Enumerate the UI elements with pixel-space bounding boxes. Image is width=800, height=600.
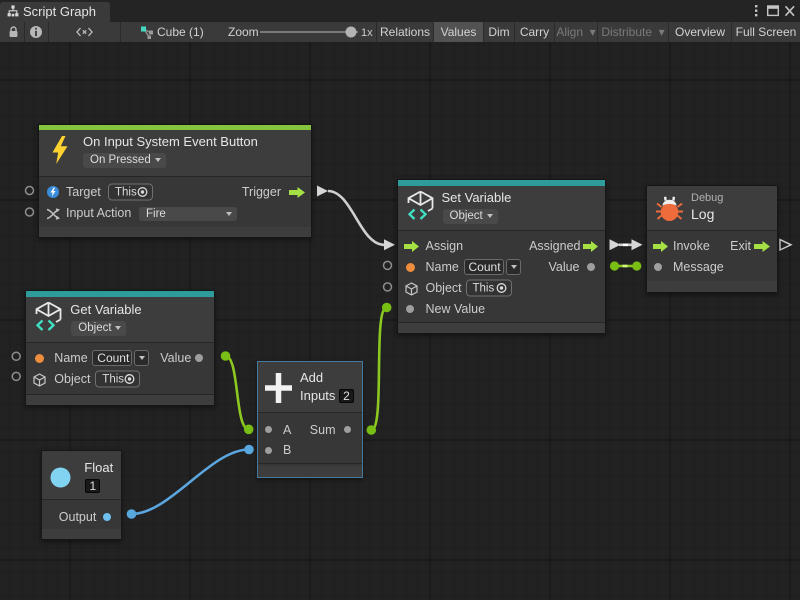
svg-text:1x: 1x [361,27,373,39]
